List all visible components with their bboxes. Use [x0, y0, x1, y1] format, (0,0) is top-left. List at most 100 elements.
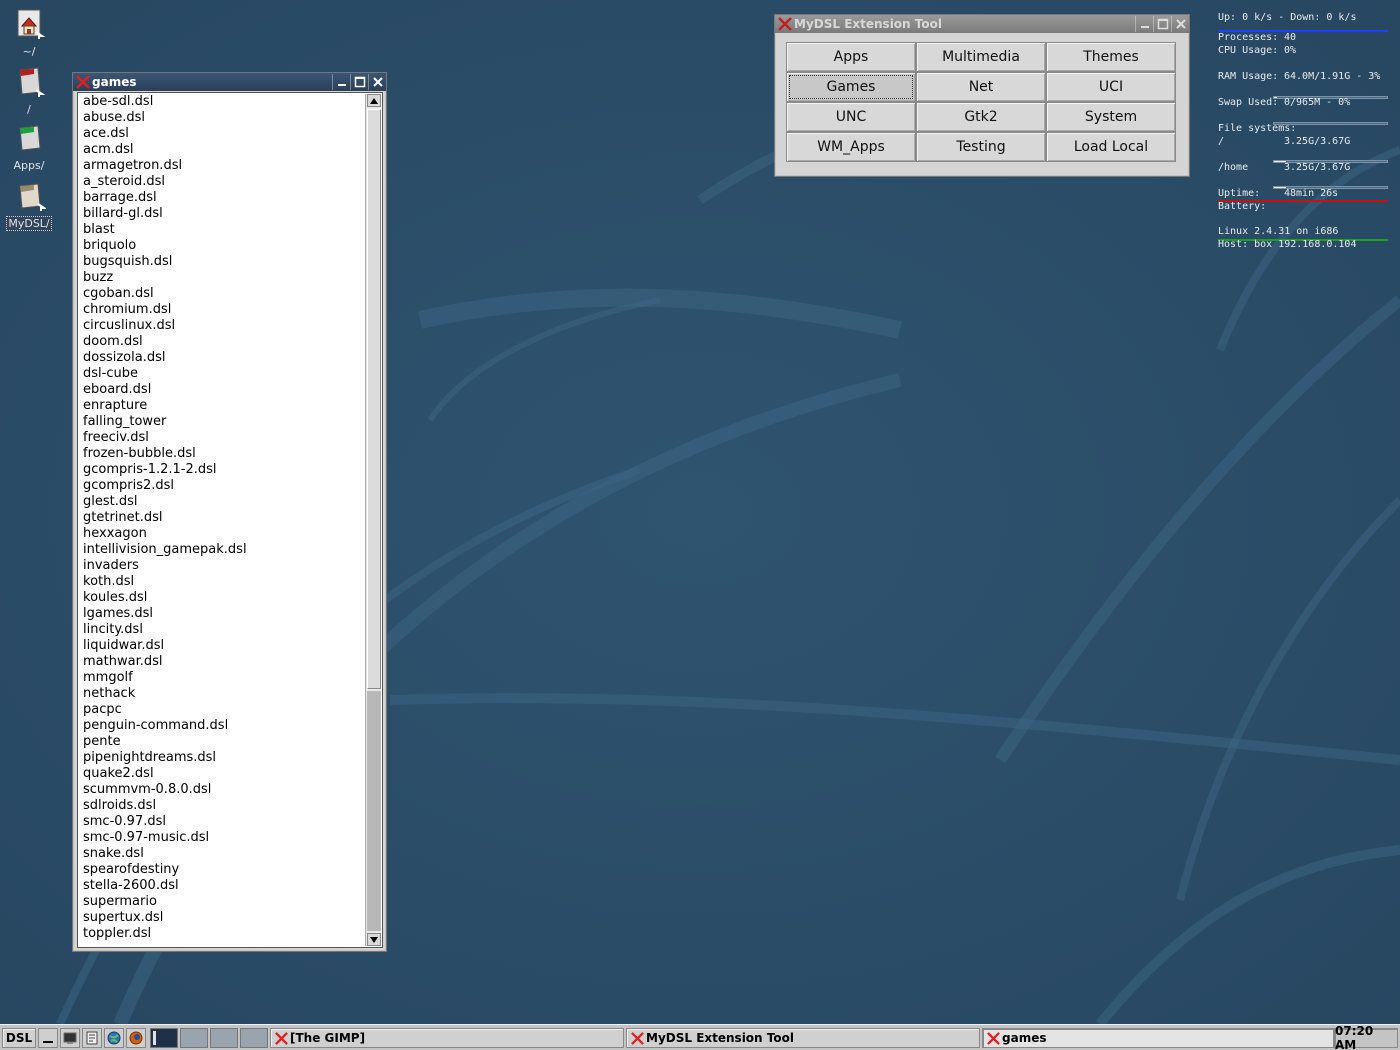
desktop-icon-home[interactable]: ~/ — [4, 6, 54, 59]
desktop-icon-root[interactable]: / — [4, 64, 54, 117]
category-button-load-local[interactable]: Load Local — [1046, 132, 1176, 162]
list-item[interactable]: smc-0.97.dsl — [83, 814, 363, 830]
list-item[interactable]: koth.dsl — [83, 574, 363, 590]
list-item[interactable]: toppler.dsl — [83, 926, 363, 942]
task-mydsl[interactable]: MyDSL Extension Tool — [626, 1028, 980, 1048]
list-item[interactable]: abuse.dsl — [83, 110, 363, 126]
terminal-launcher[interactable] — [60, 1028, 80, 1048]
list-item[interactable]: lgames.dsl — [83, 606, 363, 622]
list-item[interactable]: briquolo — [83, 238, 363, 254]
list-item[interactable]: gtetrinet.dsl — [83, 510, 363, 526]
list-item[interactable]: pente — [83, 734, 363, 750]
desktop-pager-4[interactable] — [240, 1028, 268, 1048]
green-folder-icon — [12, 120, 46, 154]
list-item[interactable]: snake.dsl — [83, 846, 363, 862]
list-item[interactable]: billard-gl.dsl — [83, 206, 363, 222]
files-launcher[interactable] — [82, 1028, 102, 1048]
list-item[interactable]: mathwar.dsl — [83, 654, 363, 670]
list-item[interactable]: gcompris-1.2.1-2.dsl — [83, 462, 363, 478]
category-button-gtk2[interactable]: Gtk2 — [916, 102, 1046, 132]
list-item[interactable]: supertux.dsl — [83, 910, 363, 926]
minimize-button[interactable] — [332, 74, 350, 90]
list-item[interactable]: invaders — [83, 558, 363, 574]
desktop-pager-3[interactable] — [210, 1028, 238, 1048]
close-button[interactable] — [368, 74, 386, 90]
vertical-scrollbar[interactable] — [365, 94, 381, 946]
list-item[interactable]: supermario — [83, 894, 363, 910]
list-item[interactable]: dsl-cube — [83, 366, 363, 382]
list-item[interactable]: lincity.dsl — [83, 622, 363, 638]
list-item[interactable]: blast — [83, 222, 363, 238]
games-window-titlebar[interactable]: games — [73, 73, 386, 91]
category-button-net[interactable]: Net — [916, 72, 1046, 102]
scroll-down-button[interactable] — [367, 933, 381, 946]
list-item[interactable]: pipenightdreams.dsl — [83, 750, 363, 766]
desktop-pager-1[interactable] — [150, 1028, 178, 1048]
firefox-launcher[interactable] — [126, 1028, 146, 1048]
list-item[interactable]: circuslinux.dsl — [83, 318, 363, 334]
games-window[interactable]: games abe-sdl.dsl abuse.dsl ace.dsl acm.dsl… — [72, 72, 387, 952]
desktop-pager-2[interactable] — [180, 1028, 208, 1048]
category-button-multimedia[interactable]: Multimedia — [916, 42, 1046, 72]
category-button-apps[interactable]: Apps — [786, 42, 916, 72]
category-button-uci[interactable]: UCI — [1046, 72, 1176, 102]
list-item[interactable]: smc-0.97-music.dsl — [83, 830, 363, 846]
list-item[interactable]: mmgolf — [83, 670, 363, 686]
list-item[interactable]: dossizola.dsl — [83, 350, 363, 366]
list-item[interactable]: scummvm-0.8.0.dsl — [83, 782, 363, 798]
category-button-wm-apps[interactable]: WM_Apps — [786, 132, 916, 162]
category-button-testing[interactable]: Testing — [916, 132, 1046, 162]
scroll-up-button[interactable] — [367, 94, 381, 107]
category-button-themes[interactable]: Themes — [1046, 42, 1176, 72]
list-item[interactable]: cgoban.dsl — [83, 286, 363, 302]
show-desktop-button[interactable] — [38, 1028, 58, 1048]
list-item[interactable]: stella-2600.dsl — [83, 878, 363, 894]
list-item[interactable]: quake2.dsl — [83, 766, 363, 782]
list-item[interactable]: falling_tower — [83, 414, 363, 430]
task-gimp[interactable]: [The GIMP] — [270, 1028, 624, 1048]
games-file-list[interactable]: abe-sdl.dsl abuse.dsl ace.dsl acm.dsl armage… — [77, 92, 383, 948]
list-item[interactable]: frozen-bubble.dsl — [83, 446, 363, 462]
list-item[interactable]: freeciv.dsl — [83, 430, 363, 446]
mydsl-window-titlebar[interactable]: MyDSL Extension Tool — [775, 15, 1189, 33]
list-item[interactable]: acm.dsl — [83, 142, 363, 158]
list-item[interactable]: bugsquish.dsl — [83, 254, 363, 270]
list-item[interactable]: penguin-command.dsl — [83, 718, 363, 734]
scrollbar-track[interactable] — [367, 691, 381, 931]
start-button[interactable]: DSL — [2, 1028, 36, 1048]
list-item[interactable]: chromium.dsl — [83, 302, 363, 318]
maximize-button[interactable] — [350, 74, 368, 90]
list-item[interactable]: spearofdestiny — [83, 862, 363, 878]
list-item[interactable]: a_steroid.dsl — [83, 174, 363, 190]
list-item[interactable]: intellivision_gamepak.dsl — [83, 542, 363, 558]
list-item[interactable]: eboard.dsl — [83, 382, 363, 398]
list-item[interactable]: abe-sdl.dsl — [83, 94, 363, 110]
list-item[interactable]: pacpc — [83, 702, 363, 718]
list-item[interactable]: enrapture — [83, 398, 363, 414]
minimize-button[interactable] — [1135, 16, 1153, 32]
category-button-games[interactable]: Games — [786, 72, 916, 102]
scrollbar-thumb[interactable] — [367, 109, 381, 689]
list-item[interactable]: liquidwar.dsl — [83, 638, 363, 654]
list-item[interactable]: koules.dsl — [83, 590, 363, 606]
clock[interactable]: 07:20 AM — [1334, 1024, 1398, 1050]
list-item[interactable]: doom.dsl — [83, 334, 363, 350]
task-games[interactable]: games — [982, 1028, 1334, 1048]
list-item[interactable]: buzz — [83, 270, 363, 286]
category-button-unc[interactable]: UNC — [786, 102, 916, 132]
list-item[interactable]: nethack — [83, 686, 363, 702]
list-item[interactable]: gcompris2.dsl — [83, 478, 363, 494]
maximize-button[interactable] — [1153, 16, 1171, 32]
category-button-system[interactable]: System — [1046, 102, 1176, 132]
browser-launcher[interactable] — [104, 1028, 124, 1048]
list-item[interactable]: glest.dsl — [83, 494, 363, 510]
mydsl-window[interactable]: MyDSL Extension Tool Apps Multimedia Theme… — [774, 14, 1190, 177]
list-item[interactable]: ace.dsl — [83, 126, 363, 142]
close-button[interactable] — [1171, 16, 1189, 32]
desktop-icon-mydsl[interactable]: MyDSL/ — [4, 178, 54, 231]
list-item[interactable]: barrage.dsl — [83, 190, 363, 206]
list-item[interactable]: armagetron.dsl — [83, 158, 363, 174]
list-item[interactable]: hexxagon — [83, 526, 363, 542]
desktop-icon-apps[interactable]: Apps/ — [4, 120, 54, 173]
list-item[interactable]: sdlroids.dsl — [83, 798, 363, 814]
